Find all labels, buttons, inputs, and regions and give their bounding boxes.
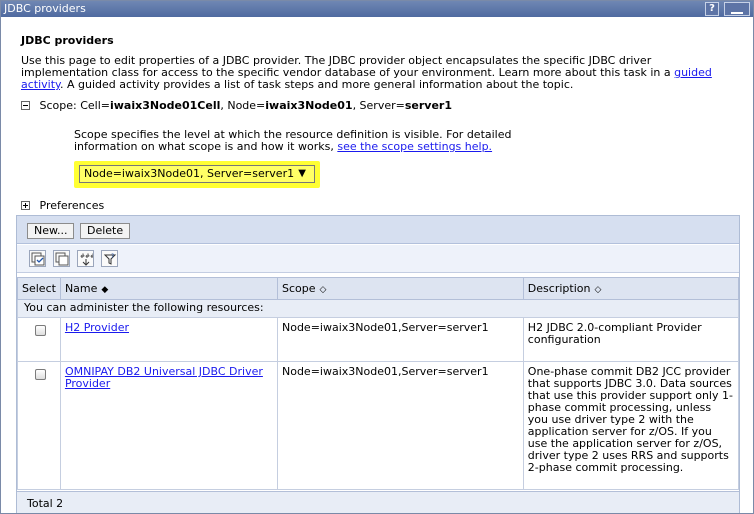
svg-text:?: ? — [111, 253, 114, 260]
row-checkbox[interactable] — [35, 369, 46, 380]
table-row: H2 Provider Node=iwaix3Node01,Server=ser… — [17, 317, 740, 362]
page-description: Use this page to edit properties of a JD… — [21, 54, 712, 91]
delete-button[interactable]: Delete — [80, 223, 131, 239]
table-header-row: Select Name ◆ Scope ◇ Description ◇ — [17, 277, 740, 300]
page-title: JDBC providers — [21, 34, 114, 47]
column-description[interactable]: Description ◇ — [522, 277, 740, 300]
filter-icon[interactable]: ### — [77, 250, 94, 267]
scope-select[interactable]: Node=iwaix3Node01, Server=server1 ▼ — [79, 165, 315, 183]
provider-link[interactable]: H2 Provider — [65, 321, 129, 334]
total-count: Total 2 — [17, 491, 739, 513]
row-checkbox[interactable] — [35, 325, 46, 336]
column-select: Select — [17, 277, 61, 300]
deselect-all-icon[interactable] — [53, 250, 70, 267]
minimize-button[interactable] — [724, 2, 750, 16]
scope-node: iwaix3Node01 — [265, 99, 353, 112]
row-scope-cell: Node=iwaix3Node01,Server=server1 — [276, 317, 524, 362]
window-frame: JDBC providers ? JDBC providers Use this… — [0, 0, 754, 514]
provider-link[interactable]: OMNIPAY DB2 Universal JDBC Driver Provid… — [65, 365, 263, 390]
table-row: OMNIPAY DB2 Universal JDBC Driver Provid… — [17, 361, 740, 490]
sort-icon: ◇ — [319, 285, 327, 295]
resources-table: Select Name ◆ Scope ◇ Description ◇ You can… — [17, 277, 740, 490]
row-select-cell — [17, 361, 61, 490]
action-toolbar: New... Delete — [17, 216, 739, 244]
row-scope-cell: Node=iwaix3Node01,Server=server1 — [276, 361, 524, 490]
new-button[interactable]: New... — [27, 223, 75, 239]
collapse-scope-icon[interactable] — [21, 101, 30, 110]
row-name-cell: H2 Provider — [59, 317, 278, 362]
scope-selected-value: Node=iwaix3Node01, Server=server1 — [84, 167, 295, 180]
table-subheader: You can administer the following resourc… — [17, 299, 739, 318]
preferences-label: Preferences — [39, 199, 105, 212]
scope-line: Scope: Cell=iwaix3Node01Cell, Node=iwaix… — [21, 99, 452, 112]
row-description-cell: One-phase commit DB2 JCC provider that s… — [522, 361, 740, 490]
icon-toolbar: ### ? — [17, 245, 739, 273]
scope-server: server1 — [404, 99, 453, 112]
column-scope[interactable]: Scope ◇ — [276, 277, 524, 300]
row-name-cell: OMNIPAY DB2 Universal JDBC Driver Provid… — [59, 361, 278, 490]
window-title: JDBC providers — [4, 2, 86, 15]
expand-icon — [21, 201, 30, 210]
scope-cell: iwaix3Node01Cell — [110, 99, 221, 112]
scope-select-highlight: Node=iwaix3Node01, Server=server1 ▼ — [74, 161, 320, 188]
help-button[interactable]: ? — [705, 2, 719, 16]
svg-text:###: ### — [80, 253, 93, 260]
scope-description: Scope specifies the level at which the r… — [74, 128, 512, 153]
resources-panel: New... Delete ### ? Select — [16, 215, 740, 513]
row-description-cell: H2 JDBC 2.0-compliant Provider configura… — [522, 317, 740, 362]
show-filter-icon[interactable]: ? — [101, 250, 118, 267]
scope-help-link[interactable]: see the scope settings help. — [337, 140, 492, 153]
column-name[interactable]: Name ◆ — [59, 277, 278, 300]
sort-icon: ◆ — [101, 285, 109, 295]
preferences-toggle[interactable]: Preferences — [21, 199, 104, 212]
title-bar: JDBC providers ? — [1, 1, 753, 17]
row-select-cell — [17, 317, 61, 362]
select-all-icon[interactable] — [29, 250, 46, 267]
chevron-down-icon: ▼ — [298, 168, 306, 179]
sort-icon: ◇ — [594, 285, 602, 295]
